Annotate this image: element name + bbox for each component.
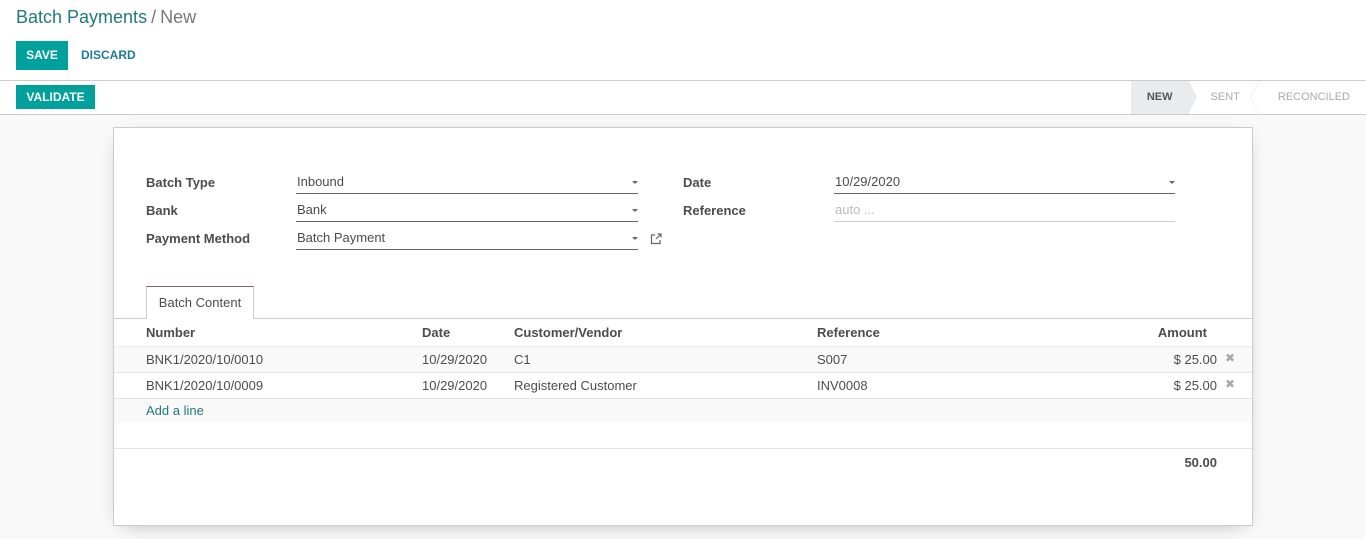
stage-sent[interactable]: SENT [1189,81,1261,114]
stage-arrow [1188,81,1197,113]
stage-label: SENT [1210,91,1240,103]
table-row[interactable]: BNK1/2020/10/0009 10/29/2020 Registered … [114,373,1252,399]
payment-method-label: Payment Method [146,231,251,246]
payment-method-value: Batch Payment [297,230,386,245]
column-header-date[interactable]: Date [422,325,450,340]
stage-label: RECONCILED [1277,91,1350,103]
table-row[interactable]: BNK1/2020/10/0010 10/29/2020 C1 S007 $ 2… [114,347,1252,373]
caret-down-icon [632,181,638,184]
breadcrumb-parent-link[interactable]: Batch Payments [16,7,147,27]
caret-down-icon [632,209,638,212]
times-icon[interactable]: ✖ [1225,378,1235,390]
tab-divider [114,318,1252,319]
batch-type-select[interactable]: Inbound [296,172,638,194]
date-input[interactable]: 10/29/2020 [834,172,1175,194]
cell-amount: $ 25.00 [1173,352,1217,367]
breadcrumb-current: New [160,7,197,27]
bank-select[interactable]: Bank [296,200,638,222]
add-line-row: Add a line [114,399,1252,423]
column-header-number[interactable]: Number [146,325,195,340]
reference-placeholder: auto ... [835,202,875,217]
cell-date: 10/29/2020 [422,352,488,367]
date-label: Date [683,175,712,190]
cell-reference: INV0008 [817,378,868,393]
batch-type-label: Batch Type [146,175,216,190]
cell-amount: $ 25.00 [1173,378,1217,393]
bank-value: Bank [297,202,327,217]
cell-partner: C1 [514,352,531,367]
bank-label: Bank [146,203,178,218]
times-icon[interactable]: ✖ [1225,352,1235,364]
form-sheet: Batch Type Inbound Bank Bank Payment Met… [113,127,1253,526]
column-header-customer[interactable]: Customer/Vendor [514,325,622,340]
stage-reconciled[interactable]: RECONCILED [1256,81,1366,114]
batch-type-value: Inbound [297,174,344,189]
cell-number: BNK1/2020/10/0010 [146,352,264,367]
cell-date: 10/29/2020 [422,378,488,393]
stage-new: NEW [1130,81,1197,114]
breadcrumb: Batch Payments / New [16,7,196,28]
control-panel: Batch Payments / New SAVE DISCARD [0,0,1366,81]
discard-button[interactable]: DISCARD [81,41,136,70]
save-button[interactable]: SAVE [16,41,68,70]
tab-batch-content[interactable]: Batch Content [146,286,254,319]
payment-method-select[interactable]: Batch Payment [296,228,638,250]
breadcrumb-separator: / [151,7,157,27]
caret-down-icon [1169,181,1175,184]
validate-button[interactable]: VALIDATE [16,85,95,109]
external-link-icon[interactable] [650,233,662,245]
cell-partner: Registered Customer [514,378,637,393]
add-a-line-link[interactable]: Add a line [146,403,204,418]
caret-down-icon [632,237,638,240]
statusbar: VALIDATE NEW SENT RECONCILED [0,81,1366,115]
status-stages: NEW SENT RECONCILED [1130,81,1366,114]
date-value: 10/29/2020 [835,174,901,189]
cell-reference: S007 [817,352,848,367]
reference-label: Reference [683,203,746,218]
column-header-reference[interactable]: Reference [817,325,880,340]
cell-number: BNK1/2020/10/0009 [146,378,264,393]
reference-input[interactable]: auto ... [834,200,1175,222]
stage-label: NEW [1146,91,1173,103]
amount-total: 50.00 [1184,455,1217,470]
column-header-amount[interactable]: Amount [1158,325,1207,340]
table-footer-divider [114,448,1252,449]
